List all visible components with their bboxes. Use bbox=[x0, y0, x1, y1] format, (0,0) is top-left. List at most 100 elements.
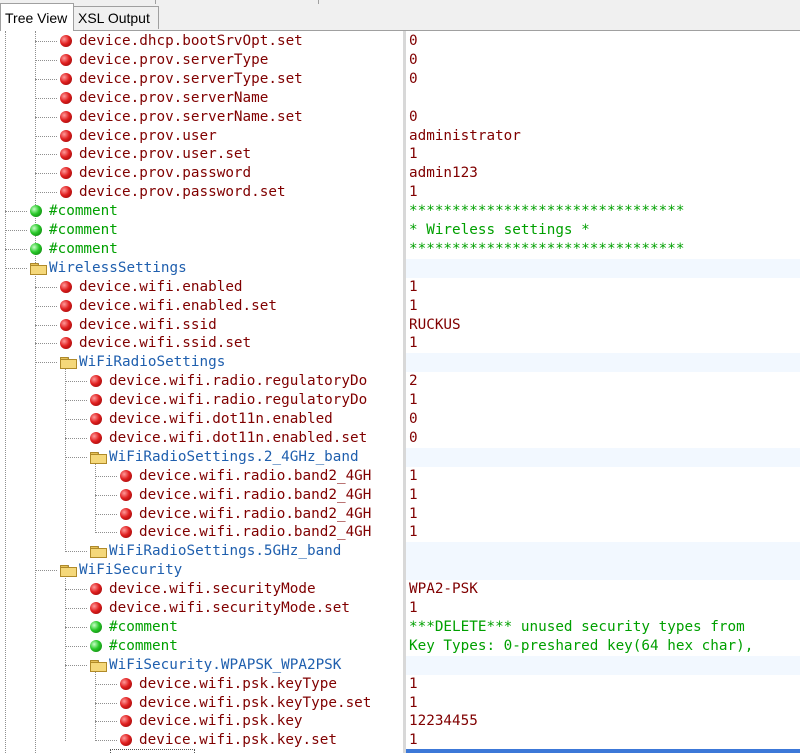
tree-row[interactable]: device.wifi.radio.regulatoryDo bbox=[0, 391, 403, 410]
value-cell[interactable]: administrator bbox=[406, 127, 800, 146]
tree-row[interactable]: device.wifi.radio.regulatoryDo bbox=[0, 372, 403, 391]
node-name: device.wifi.radio.band2_4GH bbox=[139, 505, 372, 522]
value-cell[interactable] bbox=[406, 353, 800, 373]
node-value: RUCKUS bbox=[409, 316, 461, 333]
value-cell[interactable]: admin123 bbox=[406, 164, 800, 183]
value-cell[interactable]: 1 bbox=[406, 334, 800, 353]
node-value: 0 bbox=[409, 108, 418, 125]
tree-row[interactable]: device.wifi.enabled bbox=[0, 278, 403, 297]
tab-xsl-output[interactable]: XSL Output bbox=[73, 6, 159, 29]
node-value: 1 bbox=[409, 184, 418, 201]
tree-row[interactable]: device.prov.password bbox=[0, 164, 403, 183]
tree-row[interactable]: device.prov.serverName.set bbox=[0, 108, 403, 127]
tree-pane[interactable]: device.dhcp.bootSrvOpt.set device.prov.se… bbox=[0, 31, 403, 753]
value-cell[interactable]: 1 bbox=[406, 599, 800, 618]
property-node-icon bbox=[90, 583, 102, 596]
value-cell[interactable]: 1 bbox=[406, 145, 800, 164]
value-cell[interactable]: 1 bbox=[406, 731, 800, 750]
tree-row[interactable]: device.wifi.psk.keyType.set bbox=[0, 694, 403, 713]
node-value: 2 bbox=[409, 373, 418, 390]
folder-icon bbox=[90, 451, 107, 464]
node-value: 1 bbox=[409, 335, 418, 352]
tree-row[interactable]: device.prov.serverType bbox=[0, 51, 403, 70]
value-cell[interactable]: 1 bbox=[406, 675, 800, 694]
property-node-icon bbox=[60, 299, 72, 312]
value-cell[interactable]: 0 bbox=[406, 108, 800, 127]
tab-tree-view[interactable]: Tree View bbox=[0, 3, 74, 31]
value-cell[interactable]: 1 bbox=[406, 523, 800, 542]
property-node-icon bbox=[60, 148, 72, 161]
value-cell[interactable]: RUCKUS bbox=[406, 316, 800, 335]
tree-branch-line bbox=[35, 135, 57, 137]
value-cell[interactable] bbox=[406, 258, 800, 278]
tree-row[interactable]: WiFiRadioSettings.5GHz_band bbox=[0, 542, 403, 561]
tree-row[interactable]: device.wifi.dot11n.enabled bbox=[0, 410, 403, 429]
tree-row[interactable]: WirelessSettings bbox=[0, 259, 403, 278]
tree-row[interactable]: WiFiRadioSettings.2_4GHz_band bbox=[0, 448, 403, 467]
tree-row[interactable]: device.prov.password.set bbox=[0, 183, 403, 202]
tree-row[interactable]: device.wifi.ssid bbox=[0, 316, 403, 335]
tree-row[interactable]: #comment bbox=[0, 221, 403, 240]
value-cell[interactable]: ******************************** bbox=[406, 202, 800, 221]
tree-row[interactable]: device.prov.user.set bbox=[0, 145, 403, 164]
value-cell[interactable]: 2 bbox=[406, 372, 800, 391]
tree-row[interactable]: device.wifi.psk.key bbox=[0, 712, 403, 731]
value-cell[interactable]: 1 bbox=[406, 505, 800, 524]
tree-row[interactable]: device.wifi.enabled.set bbox=[0, 297, 403, 316]
node-name: WirelessSettings bbox=[49, 259, 187, 276]
property-node-icon bbox=[120, 734, 132, 747]
value-cell[interactable]: WPA2-PSK bbox=[406, 580, 800, 599]
value-cell[interactable]: 1 bbox=[406, 467, 800, 486]
tree-row[interactable]: device.wifi.psk.key.set bbox=[0, 731, 403, 750]
node-name: WiFiRadioSettings bbox=[79, 354, 226, 371]
value-cell[interactable]: 0 bbox=[406, 70, 800, 89]
tree-row[interactable]: #comment bbox=[0, 202, 403, 221]
tree-row[interactable]: device.wifi.psk.keyType bbox=[0, 675, 403, 694]
tree-row[interactable]: device.prov.user bbox=[0, 127, 403, 146]
tree-row[interactable]: device.wifi.radio.band2_4GH bbox=[0, 467, 403, 486]
tree-row[interactable]: WiFiSecurity.WPAPSK_WPA2PSK bbox=[0, 656, 403, 675]
tree-row[interactable]: device.prov.serverType.set bbox=[0, 70, 403, 89]
tree-row[interactable]: WiFiSecurity bbox=[0, 561, 403, 580]
tree-row[interactable]: #comment bbox=[0, 240, 403, 259]
value-cell[interactable]: 1 bbox=[406, 183, 800, 202]
tree-row[interactable]: device.wifi.radio.band2_4GH bbox=[0, 523, 403, 542]
tree-row[interactable]: device.wifi.securityMode bbox=[0, 580, 403, 599]
value-cell[interactable]: ******************************** bbox=[406, 240, 800, 259]
tree-row[interactable]: device.wifi.radio.band2_4GH bbox=[0, 486, 403, 505]
property-node-icon bbox=[90, 375, 102, 388]
tree-row[interactable]: device.wifi.dot11n.enabled.set bbox=[0, 429, 403, 448]
tree-row[interactable]: WiFiRadioSettings bbox=[0, 353, 403, 372]
value-cell[interactable]: 0 bbox=[406, 410, 800, 429]
node-value: 1 bbox=[409, 297, 418, 314]
tree-row[interactable]: device.dhcp.bootSrvOpt.set bbox=[0, 32, 403, 51]
tree-row[interactable]: device.prov.serverName bbox=[0, 89, 403, 108]
value-cell[interactable]: 1 bbox=[406, 297, 800, 316]
value-cell[interactable]: 1 bbox=[406, 694, 800, 713]
value-cell[interactable]: 0 bbox=[406, 429, 800, 448]
value-cell[interactable]: 1 bbox=[406, 278, 800, 297]
value-cell[interactable] bbox=[406, 655, 800, 675]
tree-row[interactable]: device.wifi.radio.band2_4GH bbox=[0, 505, 403, 524]
tree-row[interactable]: #comment bbox=[0, 618, 403, 637]
tree-row[interactable]: #comment bbox=[0, 637, 403, 656]
tree-row[interactable]: device.wifi.ssid.set bbox=[0, 334, 403, 353]
comment-node-icon bbox=[30, 242, 42, 255]
value-cell[interactable]: Key Types: 0-preshared key(64 hex char), bbox=[406, 637, 800, 656]
values-pane[interactable]: 0 0 0 0 administrator 1 admin123 1 *************… bbox=[406, 31, 800, 753]
value-cell[interactable] bbox=[406, 447, 800, 467]
value-cell[interactable]: 0 bbox=[406, 32, 800, 51]
value-cell[interactable]: 12234455 bbox=[406, 712, 800, 731]
node-name: WiFiSecurity.WPAPSK_WPA2PSK bbox=[109, 656, 342, 673]
value-cell[interactable]: 0 bbox=[406, 51, 800, 70]
tree-row[interactable]: device.wifi.securityMode.set bbox=[0, 599, 403, 618]
tab-strip: Tree View XSL Output bbox=[0, 0, 800, 31]
value-cell[interactable] bbox=[406, 89, 800, 108]
value-cell[interactable]: 1 bbox=[406, 486, 800, 505]
value-cell[interactable]: * Wireless settings * bbox=[406, 221, 800, 240]
folder-icon bbox=[90, 546, 107, 559]
value-cell[interactable] bbox=[406, 561, 800, 581]
value-cell[interactable]: ***DELETE*** unused security types from bbox=[406, 618, 800, 637]
value-cell[interactable] bbox=[406, 542, 800, 562]
value-cell[interactable]: 1 bbox=[406, 391, 800, 410]
